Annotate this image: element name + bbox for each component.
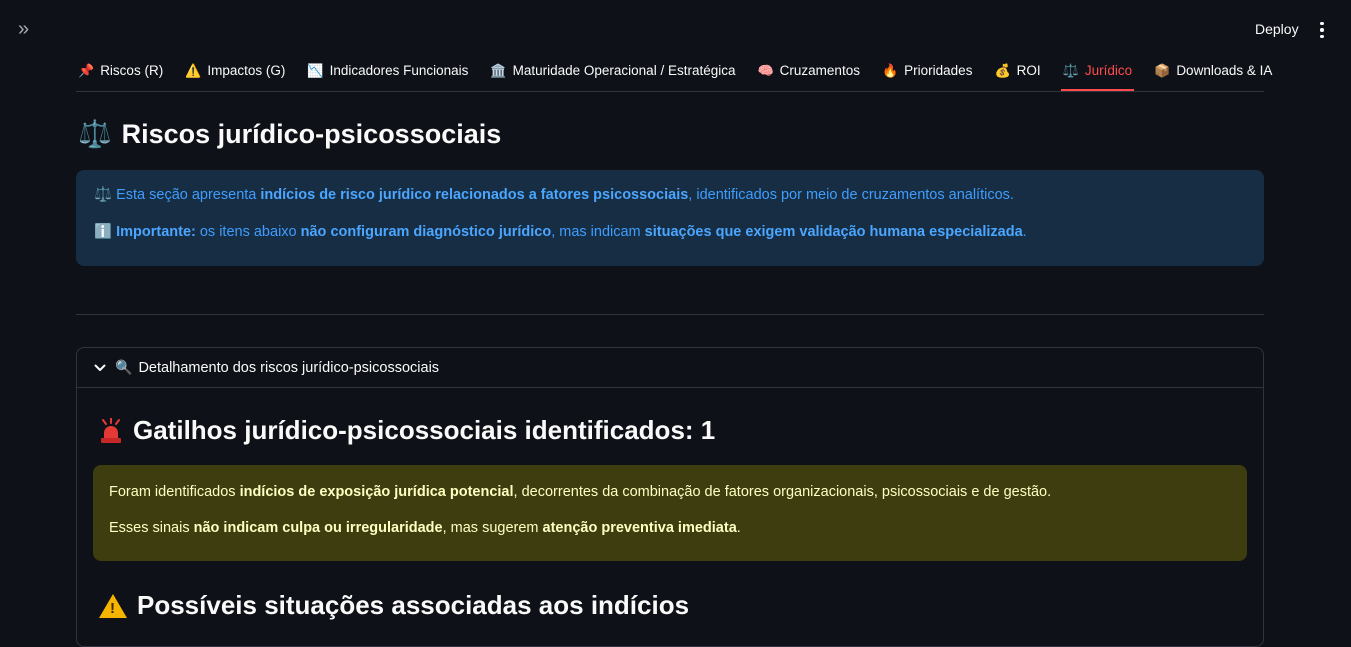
scales-icon: ⚖️ — [1062, 62, 1079, 78]
scales-icon: ⚖️ — [78, 119, 112, 149]
info-bold-text: Importante: — [112, 223, 196, 240]
info-line-2: ℹ️ Importante: os itens abaixo não confi… — [94, 223, 1244, 240]
triggers-heading-text: Gatilhos jurídico-psicossociais identifi… — [133, 415, 716, 445]
top-bar: » Deploy — [0, 0, 1351, 58]
info-text: . — [1022, 223, 1027, 240]
tab-label: Maturidade Operacional / Estratégica — [512, 62, 736, 78]
warning-text: Esses sinais — [109, 519, 194, 536]
info-alert: ⚖️ Esta seção apresenta indícios de risc… — [76, 170, 1264, 266]
page-title: ⚖️ Riscos jurídico-psicossociais — [78, 118, 501, 150]
expander-label: Detalhamento dos riscos jurídico-psicoss… — [138, 359, 440, 376]
tab-bar: 📌 Riscos (R) ⚠️ Impactos (G) 📉 Indicadores … — [76, 51, 1272, 92]
chart-down-icon: 📉 — [307, 62, 324, 78]
situations-heading-text: Possíveis situações associadas aos indíc… — [137, 590, 690, 620]
info-bold-text: indícios de risco jurídico relacionados … — [260, 187, 689, 203]
warning-text: Foram identificados — [109, 484, 240, 500]
tab-downloads-ia[interactable]: 📦 Downloads & IA — [1152, 51, 1274, 89]
warning-alert: Foram identificados indícios de exposiçã… — [93, 465, 1247, 561]
tab-riscos[interactable]: 📌 Riscos (R) — [76, 51, 165, 89]
main-menu-icon[interactable] — [1314, 19, 1330, 41]
tab-impactos[interactable]: ⚠️ Impactos (G) — [183, 51, 287, 89]
tab-label: Cruzamentos — [779, 62, 860, 78]
tab-prioridades[interactable]: 🔥 Prioridades — [880, 51, 974, 89]
tab-label: ROI — [1016, 62, 1041, 78]
fire-icon: 🔥 — [881, 62, 899, 78]
warning-text: . — [736, 519, 741, 536]
classical-building-icon: 🏛️ — [490, 62, 507, 78]
deploy-button[interactable]: Deploy — [1255, 21, 1299, 37]
info-bold-text: não configuram diagnóstico jurídico — [300, 223, 552, 240]
tab-juridico[interactable]: ⚖️ Jurídico — [1060, 51, 1135, 91]
expand-sidebar-icon[interactable]: » — [18, 19, 38, 39]
warning-bold-text: atenção preventiva imediata — [542, 519, 737, 536]
pushpin-icon: 📌 — [78, 62, 95, 78]
siren-icon — [99, 417, 123, 444]
triggers-heading: Gatilhos jurídico-psicossociais identifi… — [99, 415, 715, 446]
package-icon: 📦 — [1154, 62, 1171, 78]
warning-icon: ⚠️ — [185, 62, 202, 78]
information-icon: ℹ️ — [94, 223, 113, 240]
scales-icon: ⚖️ — [94, 187, 113, 203]
info-text: os itens abaixo — [195, 223, 301, 240]
info-text: , identificados por meio de cruzamentos … — [688, 187, 1014, 203]
warning-bold-text: não indicam culpa ou irregularidade — [193, 519, 443, 536]
tab-roi[interactable]: 💰 ROI — [992, 51, 1042, 89]
tab-label: Jurídico — [1084, 62, 1133, 78]
tab-cruzamentos[interactable]: 🧠 Cruzamentos — [755, 51, 861, 89]
risk-details-expander: 🔍 Detalhamento dos riscos jurídico-psico… — [76, 347, 1264, 647]
tab-maturidade[interactable]: 🏛️ Maturidade Operacional / Estratégica — [488, 51, 737, 89]
info-line-1: ⚖️ Esta seção apresenta indícios de risc… — [94, 188, 1244, 203]
warning-text: , decorrentes da combinação de fatores o… — [513, 484, 1052, 500]
info-bold-text: situações que exigem validação humana es… — [644, 223, 1023, 240]
warning-text: , mas sugerem — [442, 519, 543, 536]
tab-indicadores-funcionais[interactable]: 📉 Indicadores Funcionais — [305, 51, 470, 89]
tab-label: Riscos (R) — [100, 62, 164, 78]
page-title-text: Riscos jurídico-psicossociais — [121, 118, 502, 149]
expander-header[interactable]: 🔍 Detalhamento dos riscos jurídico-psico… — [77, 348, 1263, 388]
info-text: , mas indicam — [551, 223, 645, 240]
info-text: Esta seção apresenta — [112, 187, 261, 203]
tab-label: Impactos (G) — [207, 62, 286, 78]
chevron-down-icon[interactable] — [93, 361, 107, 375]
warning-bold-text: indícios de exposição jurídica potencial — [239, 484, 514, 500]
situations-heading: ! Possíveis situações associadas aos ind… — [99, 590, 689, 621]
tab-label: Prioridades — [904, 62, 973, 78]
warning-line-1: Foram identificados indícios de exposiçã… — [109, 485, 1231, 500]
warning-line-2: Esses sinais não indicam culpa ou irregu… — [109, 519, 1231, 536]
tab-label: Downloads & IA — [1176, 62, 1273, 78]
tab-label: Indicadores Funcionais — [329, 62, 469, 78]
money-bag-icon: 💰 — [994, 62, 1011, 78]
brain-icon: 🧠 — [757, 62, 774, 78]
warning-icon: ! — [99, 593, 127, 618]
magnifier-icon: 🔍 — [115, 359, 133, 375]
horizontal-divider — [76, 314, 1264, 315]
